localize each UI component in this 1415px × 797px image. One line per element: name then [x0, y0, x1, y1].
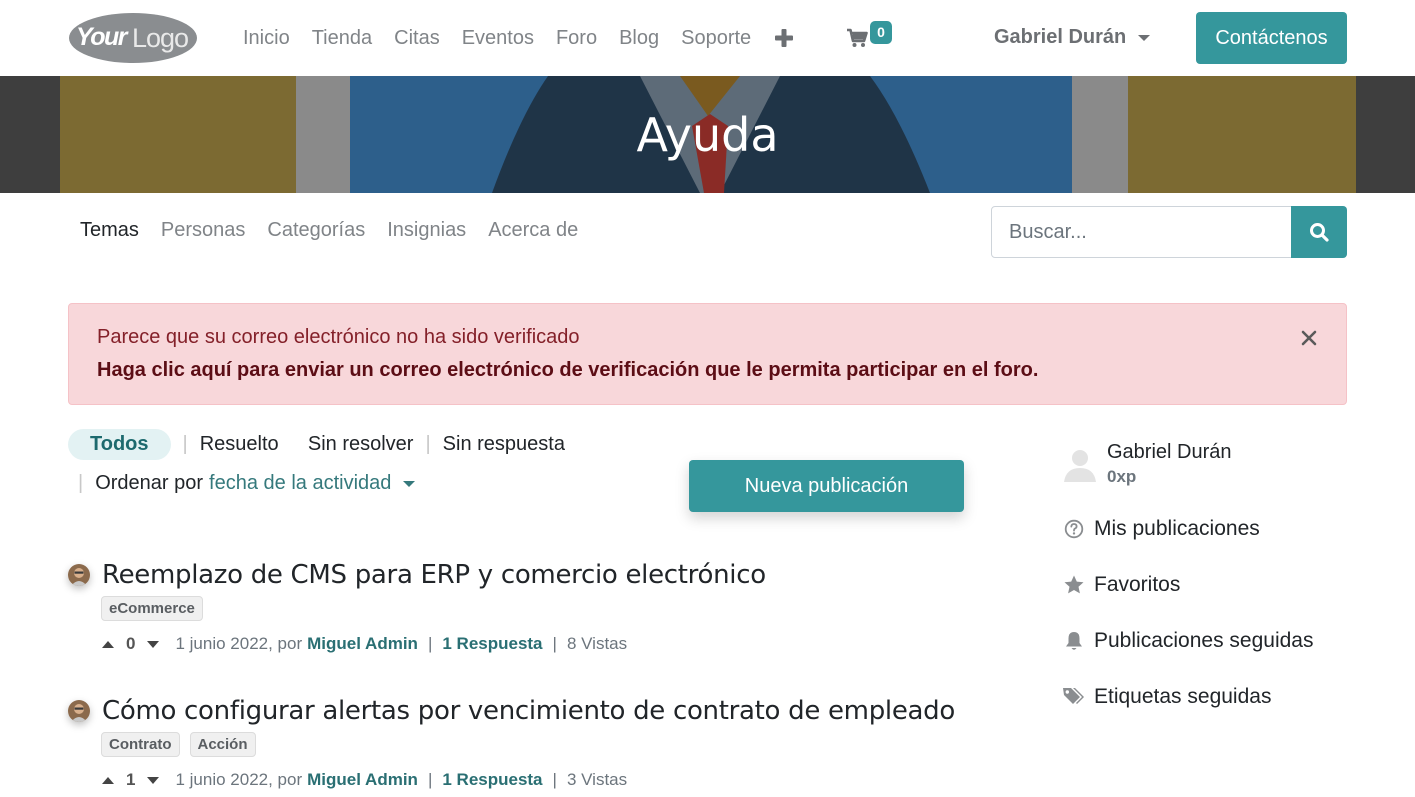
- sidebar-user-name[interactable]: Gabriel Durán: [1107, 441, 1232, 464]
- nav-link-eventos[interactable]: Eventos: [451, 27, 545, 50]
- close-icon[interactable]: [1299, 328, 1319, 348]
- meta-divider: |: [552, 634, 557, 653]
- bell-icon: [1062, 629, 1086, 653]
- meta-divider: |: [427, 634, 433, 653]
- post-answers-link[interactable]: 1 Respuesta: [442, 770, 542, 790]
- forum-nav: Temas Personas Categorías Insignias Acer…: [80, 219, 600, 242]
- svg-text:Your: Your: [76, 23, 129, 51]
- post-meta: 0 1 junio 2022, por Miguel Admin | 1 Res…: [102, 634, 627, 654]
- post-author-link[interactable]: Miguel Admin: [307, 634, 418, 654]
- svg-text:Logo: Logo: [132, 23, 188, 53]
- filter-resuelto[interactable]: Resuelto: [200, 433, 279, 456]
- author-avatar[interactable]: [68, 564, 90, 586]
- post-title-link[interactable]: Reemplazo de CMS para ERP y comercio ele…: [102, 560, 766, 590]
- sort-divider: |: [78, 472, 84, 494]
- email-verification-alert: Parece que su correo electrónico no ha s…: [68, 303, 1347, 405]
- main-nav: Inicio Tienda Citas Eventos Foro Blog So…: [232, 0, 808, 76]
- star-icon: [1062, 573, 1086, 597]
- nav-link-foro[interactable]: Foro: [545, 27, 608, 50]
- shopping-cart-icon: [847, 28, 868, 47]
- tag-ecommerce[interactable]: eCommerce: [101, 596, 203, 621]
- tab-temas[interactable]: Temas: [80, 219, 139, 242]
- nav-link-soporte[interactable]: Soporte: [670, 27, 762, 50]
- new-post-button[interactable]: Nueva publicación: [689, 460, 964, 512]
- send-verification-link[interactable]: Haga clic aquí para enviar un correo ele…: [97, 359, 1038, 382]
- sidebar-item-label: Mis publicaciones: [1094, 517, 1260, 540]
- post-tags: eCommerce: [101, 596, 203, 621]
- post-meta: 1 1 junio 2022, por Miguel Admin | 1 Res…: [102, 770, 627, 790]
- hero-banner: Ayuda: [0, 76, 1415, 193]
- sidebar-item-favoritos[interactable]: Favoritos: [1062, 573, 1180, 597]
- contact-button[interactable]: Contáctenos: [1196, 12, 1347, 64]
- tags-icon: [1062, 685, 1086, 709]
- post-tags: Contrato Acción: [101, 732, 256, 757]
- alert-message: Parece que su correo electrónico no ha s…: [97, 326, 580, 348]
- brand-logo[interactable]: Your Logo: [68, 12, 199, 65]
- filter-divider: |: [182, 432, 188, 455]
- tag-accion[interactable]: Acción: [189, 732, 256, 757]
- cart-button[interactable]: 0: [846, 20, 896, 54]
- filter-todos[interactable]: Todos: [68, 428, 171, 460]
- upvote-icon[interactable]: [102, 640, 114, 648]
- chevron-down-icon: [1138, 34, 1151, 41]
- search-button[interactable]: [1291, 206, 1347, 258]
- sort-dropdown[interactable]: fecha de la actividad: [209, 472, 391, 495]
- filter-divider: |: [425, 432, 431, 455]
- downvote-icon[interactable]: [147, 640, 160, 648]
- user-avatar-icon: [1064, 450, 1096, 482]
- sidebar-item-etiquetas-seguidas[interactable]: Etiquetas seguidas: [1062, 685, 1271, 709]
- post-filters: Todos | Resuelto | Sin resolver | Sin re…: [68, 427, 565, 461]
- nav-link-tienda[interactable]: Tienda: [301, 27, 383, 50]
- nav-link-blog[interactable]: Blog: [608, 27, 670, 50]
- search-input[interactable]: [991, 206, 1292, 258]
- post-title-link[interactable]: Cómo configurar alertas por vencimiento …: [102, 696, 955, 726]
- sidebar-item-label: Publicaciones seguidas: [1094, 629, 1314, 652]
- nav-link-citas[interactable]: Citas: [383, 27, 451, 50]
- sort-label: Ordenar por: [95, 472, 204, 494]
- filter-sin-respuesta[interactable]: Sin respuesta: [443, 433, 565, 456]
- downvote-icon[interactable]: [147, 776, 160, 784]
- sidebar-item-publicaciones-seguidas[interactable]: Publicaciones seguidas: [1062, 629, 1313, 653]
- meta-divider: |: [552, 770, 557, 789]
- post-views: 3 Vistas: [566, 770, 628, 789]
- sidebar-item-label: Favoritos: [1094, 573, 1181, 596]
- tag-contrato[interactable]: Contrato: [101, 732, 180, 757]
- author-avatar[interactable]: [68, 700, 90, 722]
- post-answers-link[interactable]: 1 Respuesta: [442, 634, 542, 654]
- user-name: Gabriel Durán: [994, 26, 1127, 48]
- nav-link-inicio[interactable]: Inicio: [232, 27, 301, 50]
- sidebar-user-xp: 0xp: [1107, 467, 1137, 486]
- search-icon: [1310, 223, 1329, 242]
- tab-personas[interactable]: Personas: [161, 219, 246, 242]
- page-title: Ayuda: [636, 107, 779, 162]
- post-views: 8 Vistas: [566, 634, 628, 653]
- post-date: 1 junio 2022, por: [175, 770, 303, 789]
- tab-categorias[interactable]: Categorías: [267, 219, 365, 242]
- plus-icon[interactable]: [774, 28, 794, 48]
- chevron-down-icon[interactable]: [403, 480, 416, 487]
- filter-sin-resolver[interactable]: Sin resolver: [308, 433, 414, 456]
- user-menu-dropdown[interactable]: Gabriel Durán: [994, 26, 1151, 49]
- tab-insignias[interactable]: Insignias: [387, 219, 466, 242]
- sort-control: | Ordenar por fecha de la actividad: [78, 472, 416, 495]
- top-navbar: Your Logo Inicio Tienda Citas Eventos Fo…: [0, 0, 1415, 76]
- tab-acerca-de[interactable]: Acerca de: [488, 219, 578, 242]
- upvote-icon[interactable]: [102, 776, 114, 784]
- post-author-link[interactable]: Miguel Admin: [307, 770, 418, 790]
- vote-count: 1: [126, 770, 136, 789]
- sidebar-item-mis-publicaciones[interactable]: Mis publicaciones: [1062, 517, 1260, 541]
- post-date: 1 junio 2022, por: [175, 634, 303, 653]
- cart-count-badge: 0: [870, 21, 892, 44]
- vote-count: 0: [126, 634, 136, 653]
- question-circle-icon: [1062, 517, 1086, 541]
- sidebar-item-label: Etiquetas seguidas: [1094, 685, 1272, 708]
- meta-divider: |: [427, 770, 433, 789]
